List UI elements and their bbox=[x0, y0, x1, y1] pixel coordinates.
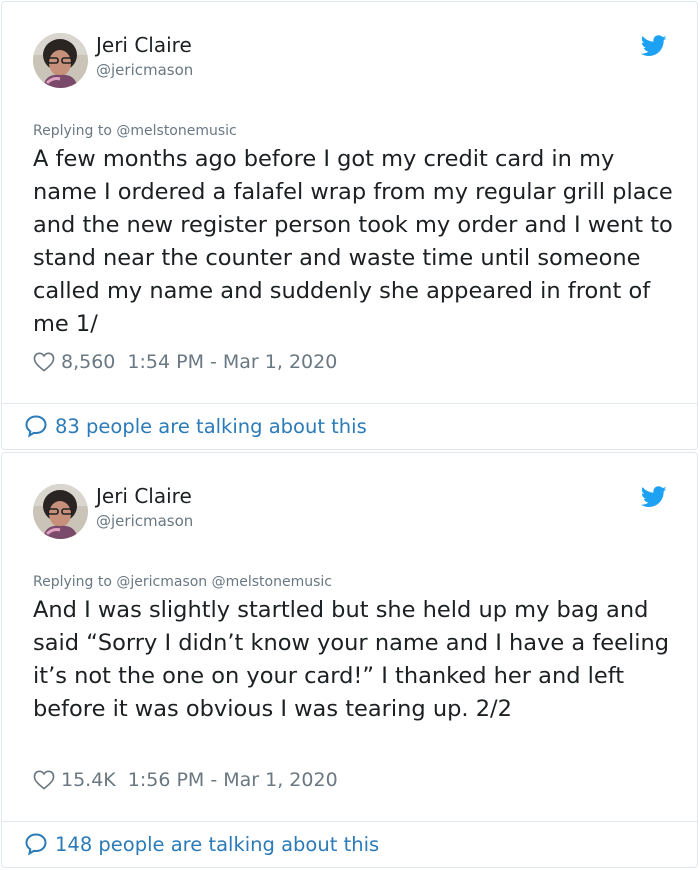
twitter-bird-icon[interactable] bbox=[641, 35, 667, 57]
divider bbox=[2, 821, 697, 822]
tweet-card[interactable]: Jeri Claire @jericmason Replying to @mel… bbox=[1, 1, 698, 450]
avatar-image bbox=[33, 484, 88, 539]
conversation-link[interactable]: 83 people are talking about this bbox=[24, 414, 367, 438]
author-name[interactable]: Jeri Claire bbox=[96, 33, 192, 57]
avatar[interactable] bbox=[33, 33, 88, 88]
tweet-text: And I was slightly startled but she held… bbox=[33, 597, 669, 722]
author-handle[interactable]: @jericmason bbox=[96, 512, 193, 530]
avatar-image bbox=[33, 33, 88, 88]
heart-icon[interactable] bbox=[33, 352, 55, 372]
like-count[interactable]: 15.4K bbox=[61, 769, 116, 791]
tweet-card[interactable]: Jeri Claire @jericmason Replying to @jer… bbox=[1, 452, 698, 868]
twitter-bird-icon[interactable] bbox=[641, 486, 667, 508]
timestamp[interactable]: 1:54 PM - Mar 1, 2020 bbox=[127, 351, 337, 373]
tweet-meta: 15.4K 1:56 PM - Mar 1, 2020 bbox=[33, 769, 338, 791]
divider bbox=[2, 403, 697, 404]
conversation-link[interactable]: 148 people are talking about this bbox=[24, 832, 379, 856]
replying-to: Replying to @jericmason @melstonemusic bbox=[33, 574, 332, 590]
heart-icon[interactable] bbox=[33, 770, 55, 790]
speech-bubble-icon bbox=[25, 415, 47, 438]
author-name[interactable]: Jeri Claire bbox=[96, 484, 192, 508]
author-handle[interactable]: @jericmason bbox=[96, 61, 193, 79]
replying-to: Replying to @melstonemusic bbox=[33, 123, 237, 139]
tweet-meta: 8,560 1:54 PM - Mar 1, 2020 bbox=[33, 351, 337, 373]
tweet-text: A few months ago before I got my credit … bbox=[33, 146, 673, 337]
conversation-count[interactable]: 83 people are talking about this bbox=[55, 415, 367, 438]
conversation-count[interactable]: 148 people are talking about this bbox=[55, 833, 379, 856]
avatar[interactable] bbox=[33, 484, 88, 539]
like-count[interactable]: 8,560 bbox=[61, 351, 115, 373]
speech-bubble-icon bbox=[25, 833, 47, 856]
timestamp[interactable]: 1:56 PM - Mar 1, 2020 bbox=[128, 769, 338, 791]
